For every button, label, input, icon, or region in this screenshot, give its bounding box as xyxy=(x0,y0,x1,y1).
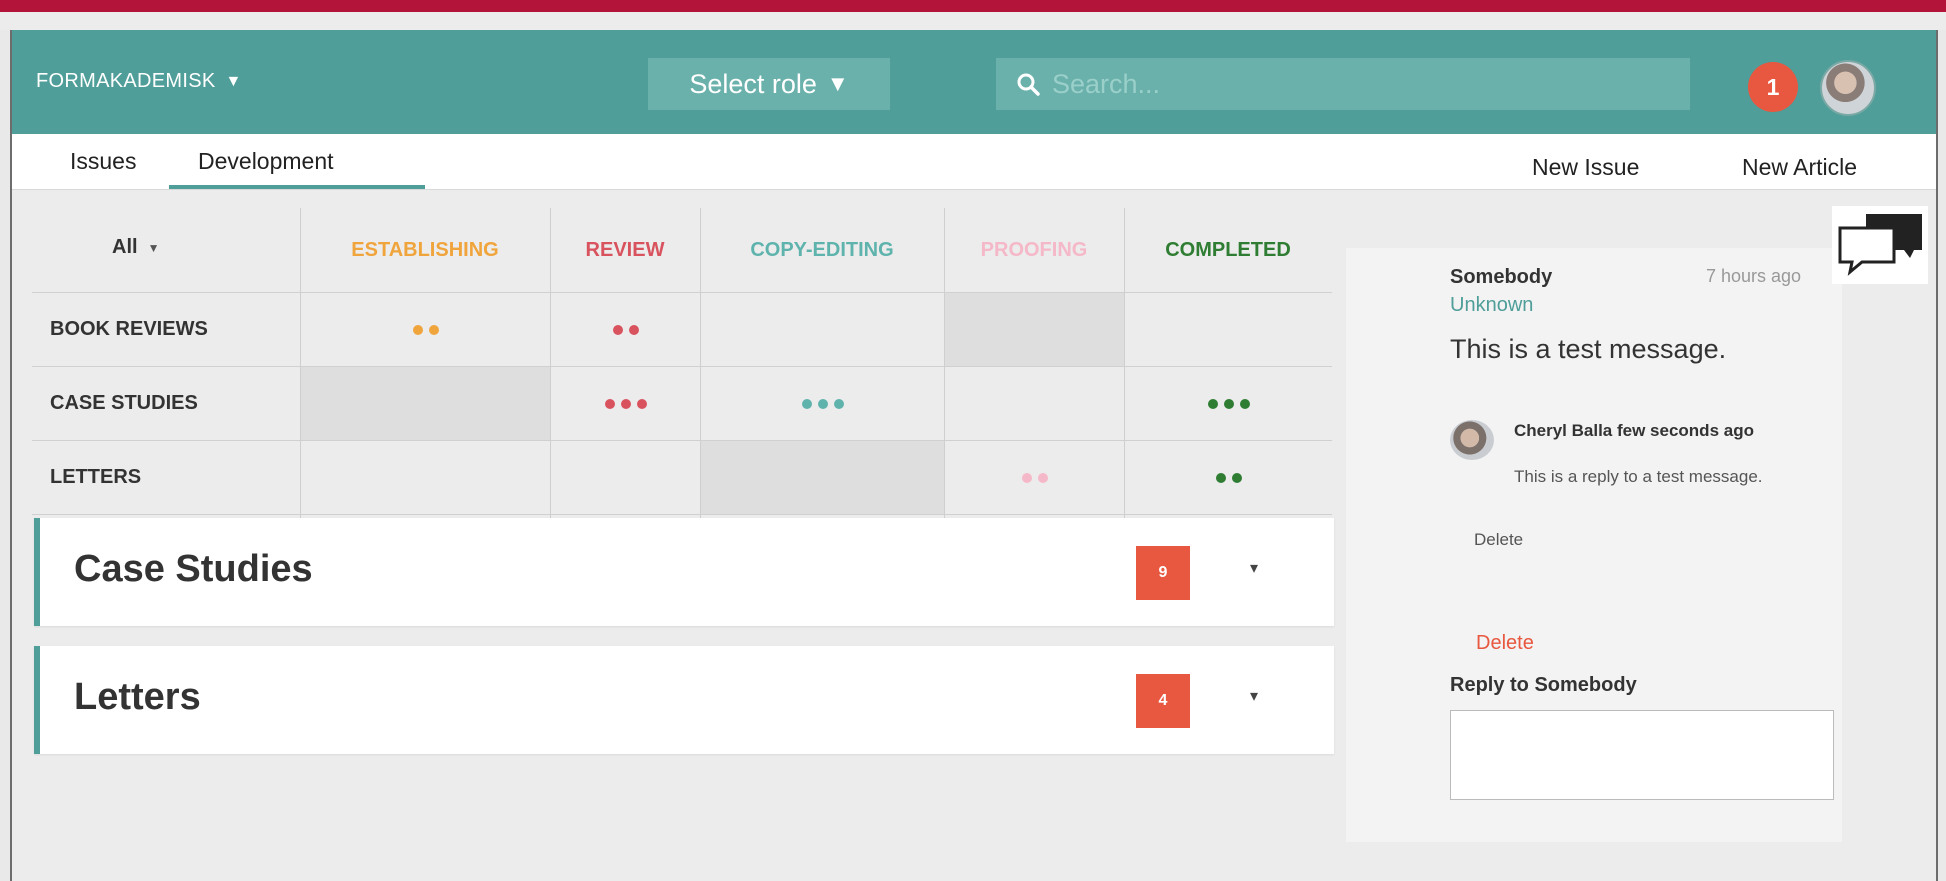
notification-badge[interactable]: 1 xyxy=(1748,62,1798,112)
status-dot xyxy=(628,324,639,335)
search-input[interactable] xyxy=(1052,68,1652,100)
row-label-0[interactable]: BOOK REVIEWS xyxy=(50,314,208,344)
row-label-text: BOOK REVIEWS xyxy=(50,318,208,340)
caret-down-icon: ▼ xyxy=(147,240,160,255)
comment-author: Somebody xyxy=(1450,266,1553,288)
status-dot xyxy=(604,398,615,409)
brand-label: FORMAKADEMISK xyxy=(36,70,216,92)
status-dot xyxy=(1207,398,1218,409)
reply-author: Cheryl Balla few seconds ago xyxy=(1514,421,1754,440)
matrix-cell xyxy=(551,441,700,514)
section-title: Letters xyxy=(74,676,201,718)
search-icon xyxy=(1016,72,1040,96)
matrix-cell[interactable] xyxy=(1125,367,1332,440)
new-issue-button[interactable]: New Issue xyxy=(1532,154,1639,181)
caret-down-icon: ▼ xyxy=(225,72,242,90)
expand-caret-icon[interactable]: ▾ xyxy=(1250,558,1258,578)
section-title: Case Studies xyxy=(74,548,313,590)
status-dot xyxy=(1021,472,1032,483)
status-dot xyxy=(412,324,423,335)
row-label-1[interactable]: CASE STUDIES xyxy=(50,388,198,418)
active-tab-indicator xyxy=(169,185,425,189)
matrix-cell[interactable] xyxy=(1125,441,1332,514)
expand-caret-icon[interactable]: ▾ xyxy=(1250,686,1258,706)
tab-bar: Issues Development New Issue New Article xyxy=(12,134,1936,190)
app-window: FORMAKADEMISK ▼ Select role ▼ 1 Issues D… xyxy=(10,30,1938,881)
row-divider xyxy=(32,440,1332,441)
tab-issues[interactable]: Issues xyxy=(70,148,136,175)
top-accent-line xyxy=(0,0,1946,12)
comment-author-role: Unknown xyxy=(1450,294,1534,316)
status-dot xyxy=(620,398,631,409)
role-select[interactable]: Select role ▼ xyxy=(648,58,890,110)
row-label-text: LETTERS xyxy=(50,466,142,488)
section-letters[interactable]: Letters 4 ▾ xyxy=(34,646,1334,754)
matrix-cell xyxy=(701,441,944,514)
tab-development[interactable]: Development xyxy=(198,148,334,175)
status-dot xyxy=(833,398,844,409)
status-dot xyxy=(1239,398,1250,409)
section-case-studies[interactable]: Case Studies 9 ▾ xyxy=(34,518,1334,626)
caret-down-icon: ▼ xyxy=(826,71,849,96)
row-divider xyxy=(32,366,1332,367)
status-dot xyxy=(817,398,828,409)
row-divider xyxy=(32,514,1332,515)
matrix-cell[interactable] xyxy=(945,441,1124,514)
column-header-proofing[interactable]: PROOFING xyxy=(944,208,1124,292)
section-count-badge: 9 xyxy=(1136,546,1190,600)
user-avatar[interactable] xyxy=(1820,60,1876,116)
section-count-badge: 4 xyxy=(1136,674,1190,728)
matrix-cell xyxy=(945,293,1124,366)
chat-icon[interactable] xyxy=(1832,206,1928,284)
journal-switcher[interactable]: FORMAKADEMISK ▼ xyxy=(36,70,242,93)
column-header-copy-editing[interactable]: COPY-EDITING xyxy=(700,208,944,292)
status-dot xyxy=(1215,472,1226,483)
comments-panel: Somebody 7 hours ago Unknown This is a t… xyxy=(1346,248,1842,842)
header-divider xyxy=(32,292,1332,293)
type-filter[interactable]: All ▼ xyxy=(112,236,159,259)
new-article-button[interactable]: New Article xyxy=(1742,154,1857,181)
status-dot xyxy=(428,324,439,335)
top-navigation-bar: FORMAKADEMISK ▼ Select role ▼ 1 xyxy=(12,30,1936,134)
column-header-review[interactable]: REVIEW xyxy=(550,208,700,292)
type-filter-label: All xyxy=(112,236,138,258)
role-select-label: Select role xyxy=(689,68,817,99)
reply-label: Reply to Somebody xyxy=(1450,674,1637,696)
reply-delete-link[interactable]: Delete xyxy=(1474,530,1523,550)
search-bar xyxy=(996,58,1690,110)
status-dot xyxy=(1037,472,1048,483)
status-dot xyxy=(1231,472,1242,483)
status-dot xyxy=(612,324,623,335)
comment-timestamp: 7 hours ago xyxy=(1706,266,1802,286)
row-label-text: CASE STUDIES xyxy=(50,392,198,414)
comment-message: This is a test message. xyxy=(1450,334,1727,364)
column-header-completed[interactable]: COMPLETED xyxy=(1124,208,1332,292)
comment-delete-link[interactable]: Delete xyxy=(1476,632,1534,655)
matrix-cell[interactable] xyxy=(551,293,700,366)
matrix-cell[interactable] xyxy=(301,293,550,366)
matrix-cell xyxy=(301,441,550,514)
reply-avatar xyxy=(1450,420,1494,460)
status-dot xyxy=(1223,398,1234,409)
matrix-cell xyxy=(945,367,1124,440)
matrix-cell xyxy=(1125,293,1332,366)
matrix-cell[interactable] xyxy=(701,367,944,440)
row-label-2[interactable]: LETTERS xyxy=(50,462,141,492)
matrix-cell xyxy=(701,293,944,366)
status-dot xyxy=(636,398,647,409)
reply-input[interactable] xyxy=(1450,710,1834,800)
status-dot xyxy=(801,398,812,409)
reply-text: This is a reply to a test message. xyxy=(1514,467,1763,486)
column-header-establishing[interactable]: ESTABLISHING xyxy=(300,208,550,292)
matrix-cell xyxy=(301,367,550,440)
matrix-cell[interactable] xyxy=(551,367,700,440)
